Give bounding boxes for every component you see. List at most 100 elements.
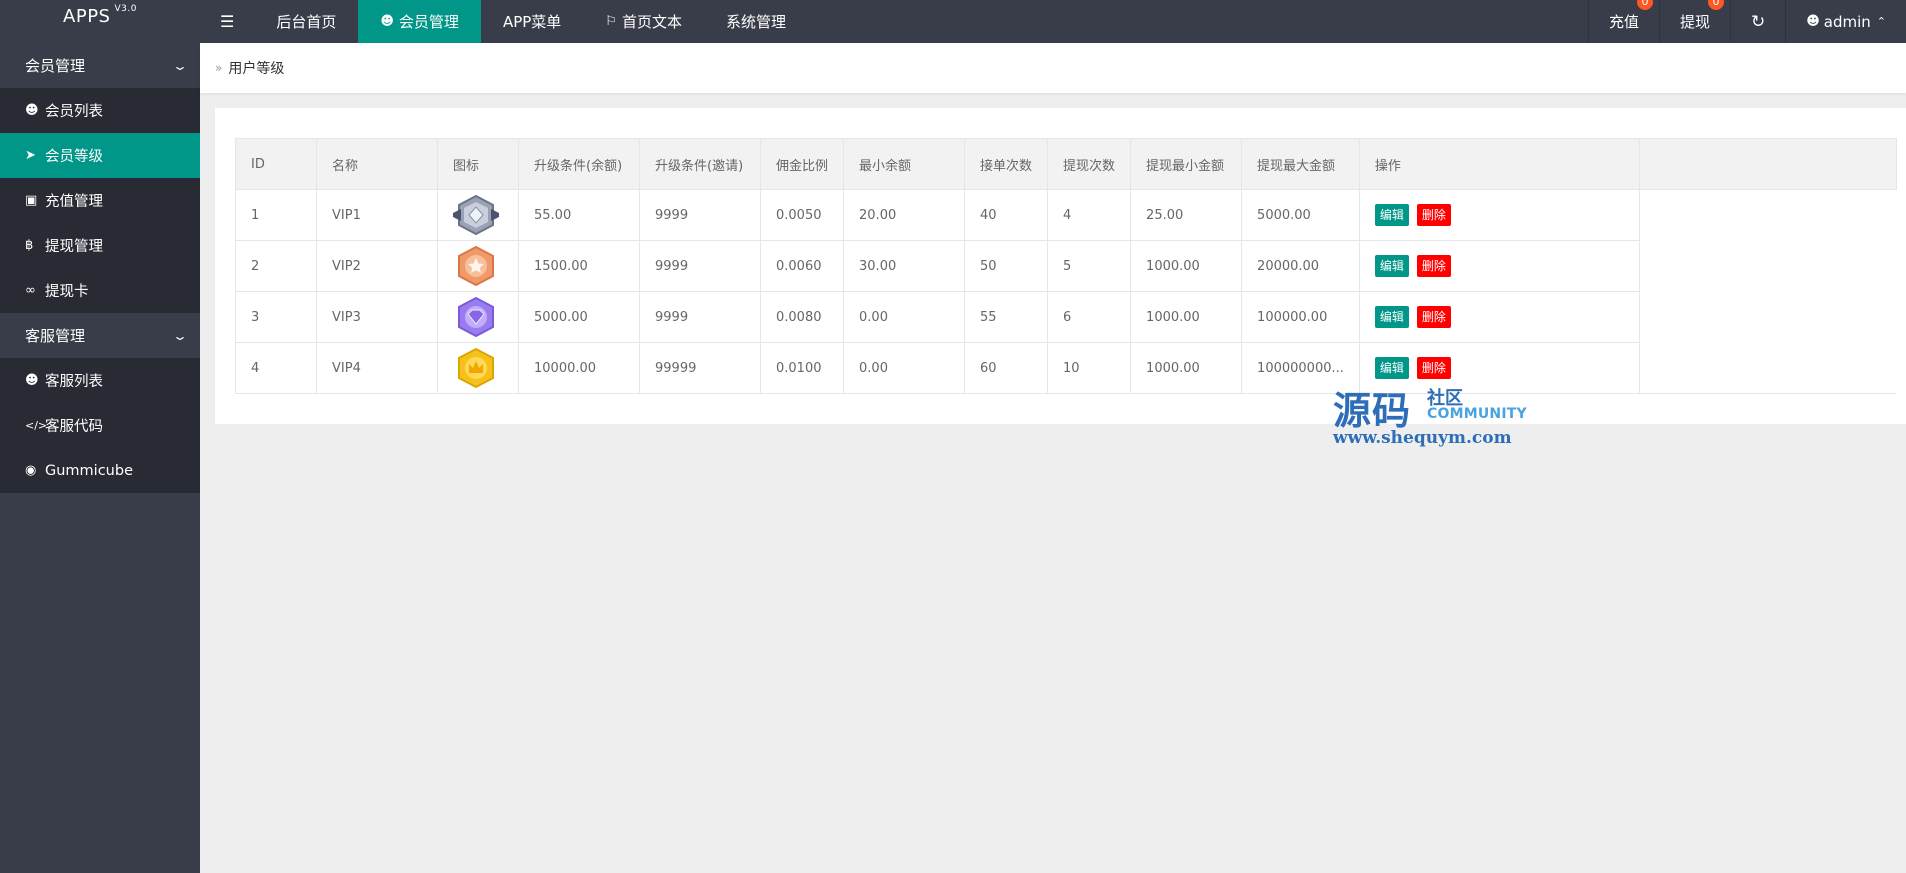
- sidebar-item-label: 会员等级: [45, 149, 103, 165]
- table-header-row: ID 名称 图标 升级条件(余额) 升级条件(邀请) 佣金比例 最小余额 接单次…: [235, 138, 1897, 190]
- gummicube-icon: ◉: [25, 463, 37, 478]
- sidebar-item-label: 提现卡: [45, 284, 89, 300]
- column-header: 升级条件(余额): [518, 138, 640, 190]
- cell-up-balance: 10000.00: [518, 342, 640, 394]
- cell-orders: 55: [964, 291, 1049, 343]
- sidebar-group-label: 会员管理: [25, 57, 86, 75]
- edit-button[interactable]: 编辑: [1374, 255, 1409, 277]
- column-header: 提现次数: [1047, 138, 1132, 190]
- content-card: ID 名称 图标 升级条件(余额) 升级条件(邀请) 佣金比例 最小余额 接单次…: [215, 108, 1906, 424]
- users-icon: ☻: [25, 373, 39, 388]
- cell-ratio: 0.0050: [759, 189, 845, 241]
- watermark-title: 源码: [1333, 388, 1412, 433]
- nav-label: 会员管理: [398, 13, 459, 31]
- rocket-icon: ➤: [25, 148, 36, 163]
- bronze-medal-icon: [458, 246, 494, 286]
- sidebar-item-withdraw[interactable]: ฿ 提现管理: [0, 223, 200, 268]
- nav-dashboard[interactable]: 后台首页: [254, 0, 358, 43]
- cell-up-balance: 1500.00: [518, 240, 640, 292]
- top-nav: ☰ 后台首页 ☻ 会员管理 APP菜单 ⚐ 首页文本 系统管理: [200, 0, 808, 43]
- sidebar-item-gummicube[interactable]: ◉ Gummicube: [0, 448, 200, 493]
- cell-actions: 编辑 删除: [1358, 291, 1640, 343]
- cell-withdraw-count: 4: [1047, 189, 1132, 241]
- cell-icon: [437, 291, 519, 343]
- cell-up-balance: 55.00: [518, 189, 640, 241]
- cell-min-balance: 0.00: [843, 291, 966, 343]
- column-header: 提现最大金额: [1241, 138, 1360, 190]
- right-nav: 充值 0 提现 0 ↻ ☻ admin ⌃: [1587, 0, 1906, 43]
- user-menu[interactable]: ☻ admin ⌃: [1785, 0, 1906, 43]
- sidebar-item-withdraw-card[interactable]: ∞ 提现卡: [0, 268, 200, 313]
- cell-actions: 编辑 删除: [1358, 189, 1640, 241]
- level-table: ID 名称 图标 升级条件(余额) 升级条件(邀请) 佣金比例 最小余额 接单次…: [235, 138, 1897, 394]
- menu-toggle-icon[interactable]: ☰: [200, 0, 254, 43]
- cell-orders: 50: [964, 240, 1049, 292]
- delete-button[interactable]: 删除: [1416, 357, 1451, 379]
- sidebar-group-member[interactable]: 会员管理 ⌄: [0, 43, 200, 88]
- refresh-icon[interactable]: ↻: [1729, 0, 1785, 43]
- cell-withdraw-min: 1000.00: [1130, 240, 1243, 292]
- link-icon: ∞: [25, 283, 36, 298]
- cell-withdraw-count: 10: [1047, 342, 1132, 394]
- nav-home-text[interactable]: ⚐ 首页文本: [583, 0, 704, 43]
- recharge-button[interactable]: 充值 0: [1587, 0, 1659, 43]
- delete-button[interactable]: 删除: [1416, 306, 1451, 328]
- table-row: 4 VIP4 10000.00 99999 0.0100 0.00 60 10 …: [235, 342, 1897, 394]
- sidebar-group-service[interactable]: 客服管理 ⌄: [0, 313, 200, 358]
- cell-id: 2: [235, 240, 317, 292]
- sidebar-group-label: 客服管理: [25, 327, 86, 345]
- cell-up-invite: 9999: [639, 240, 761, 292]
- cell-spacer: [1638, 240, 1897, 292]
- sidebar-item-label: 客服代码: [45, 419, 103, 435]
- cell-spacer: [1638, 189, 1897, 241]
- table-row: 1 VIP1 55.00 9999 0.0050 20.00 40 4 25.0…: [235, 189, 1897, 241]
- nav-label: 系统管理: [725, 13, 786, 31]
- column-header: 升级条件(邀请): [639, 138, 761, 190]
- cell-spacer: [1638, 342, 1897, 394]
- sidebar-item-member-list[interactable]: ☻ 会员列表: [0, 88, 200, 133]
- cell-withdraw-max: 20000.00: [1241, 240, 1360, 292]
- sidebar-item-label: 充值管理: [45, 194, 103, 210]
- edit-button[interactable]: 编辑: [1374, 306, 1409, 328]
- breadcrumb: » 用户等级: [200, 43, 1906, 93]
- logo[interactable]: APPS V3.0: [0, 0, 200, 43]
- cell-withdraw-min: 1000.00: [1130, 342, 1243, 394]
- edit-button[interactable]: 编辑: [1374, 357, 1409, 379]
- cell-ratio: 0.0080: [759, 291, 845, 343]
- cell-withdraw-count: 5: [1047, 240, 1132, 292]
- version-label: V3.0: [114, 4, 137, 14]
- delete-button[interactable]: 删除: [1416, 204, 1451, 226]
- withdraw-button[interactable]: 提现 0: [1658, 0, 1730, 43]
- sidebar-item-label: 客服列表: [45, 374, 103, 390]
- cell-orders: 40: [964, 189, 1049, 241]
- column-header: 最小余额: [843, 138, 966, 190]
- nav-member-management[interactable]: ☻ 会员管理: [358, 0, 481, 43]
- nav-label: APP菜单: [502, 13, 562, 31]
- sidebar-item-service-code[interactable]: </> 客服代码: [0, 403, 200, 448]
- cell-id: 1: [235, 189, 317, 241]
- sidebar-item-recharge[interactable]: ▣ 充值管理: [0, 178, 200, 223]
- nav-app-menu[interactable]: APP菜单: [481, 0, 583, 43]
- sidebar-item-member-level[interactable]: ➤ 会员等级: [0, 133, 200, 178]
- user-icon: ☻: [1806, 14, 1820, 29]
- sidebar-item-service-list[interactable]: ☻ 客服列表: [0, 358, 200, 403]
- column-header: 操作: [1358, 138, 1640, 190]
- cell-ratio: 0.0060: [759, 240, 845, 292]
- cell-icon: [437, 189, 519, 241]
- sidebar-item-label: 会员列表: [45, 104, 103, 120]
- withdraw-badge: 0: [1707, 0, 1724, 10]
- breadcrumb-current: 用户等级: [228, 61, 285, 77]
- cell-up-invite: 9999: [639, 291, 761, 343]
- top-header: APPS V3.0 ☰ 后台首页 ☻ 会员管理 APP菜单 ⚐ 首页文本 系统管理 充…: [0, 0, 1906, 43]
- cell-up-balance: 5000.00: [518, 291, 640, 343]
- cell-withdraw-min: 25.00: [1130, 189, 1243, 241]
- sidebar-item-label: 提现管理: [45, 239, 103, 255]
- delete-button[interactable]: 删除: [1416, 255, 1451, 277]
- recharge-badge: 0: [1636, 0, 1653, 10]
- cell-min-balance: 30.00: [843, 240, 966, 292]
- edit-button[interactable]: 编辑: [1374, 204, 1409, 226]
- cell-name: VIP1: [316, 189, 438, 241]
- cell-withdraw-min: 1000.00: [1130, 291, 1243, 343]
- recharge-icon: ▣: [25, 193, 38, 208]
- nav-system-management[interactable]: 系统管理: [704, 0, 808, 43]
